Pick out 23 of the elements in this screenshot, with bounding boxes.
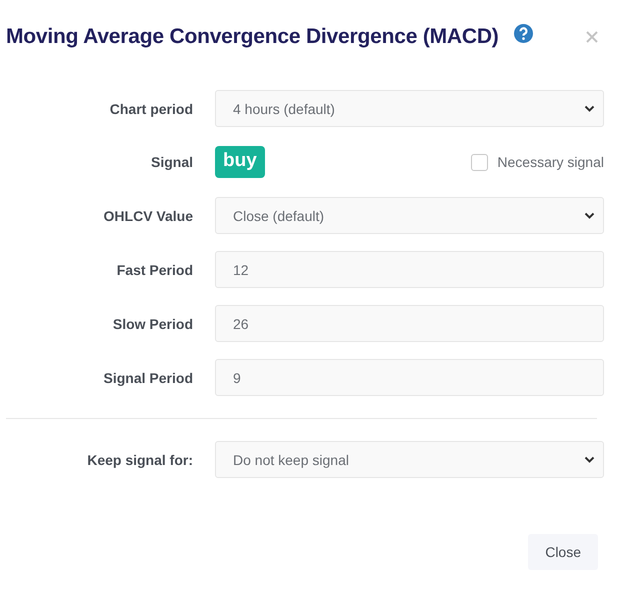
chevron-down-icon	[584, 212, 595, 220]
field-label: Slow Period	[112, 316, 193, 332]
dropdown[interactable]: Do not keep signal	[215, 441, 604, 478]
field-label: OHLCV Value	[104, 208, 193, 224]
field-label: Signal Period	[104, 370, 193, 386]
field-label: Fast Period	[116, 262, 193, 278]
close-button[interactable]: Close	[528, 534, 598, 570]
field-label: Keep signal for:	[87, 452, 193, 468]
dropdown[interactable]: Close (default)	[215, 197, 604, 234]
checkbox-label: Necessary signal	[497, 154, 604, 170]
close-icon[interactable]	[586, 31, 598, 43]
signal-badge: buy	[215, 146, 265, 178]
dropdown[interactable]: 4 hours (default)	[215, 90, 604, 127]
input-field[interactable]: 12	[215, 251, 604, 288]
chevron-down-icon	[584, 456, 595, 464]
input-field[interactable]: 9	[215, 359, 604, 396]
help-icon[interactable]	[514, 24, 533, 42]
field-label: Signal	[150, 154, 193, 170]
chevron-down-icon	[584, 104, 595, 112]
dialog-title: Moving Average Convergence Divergence (MACD)	[6, 25, 499, 49]
checkbox[interactable]	[471, 154, 488, 170]
field-label: Chart period	[110, 100, 193, 116]
input-field[interactable]: 26	[215, 305, 604, 342]
